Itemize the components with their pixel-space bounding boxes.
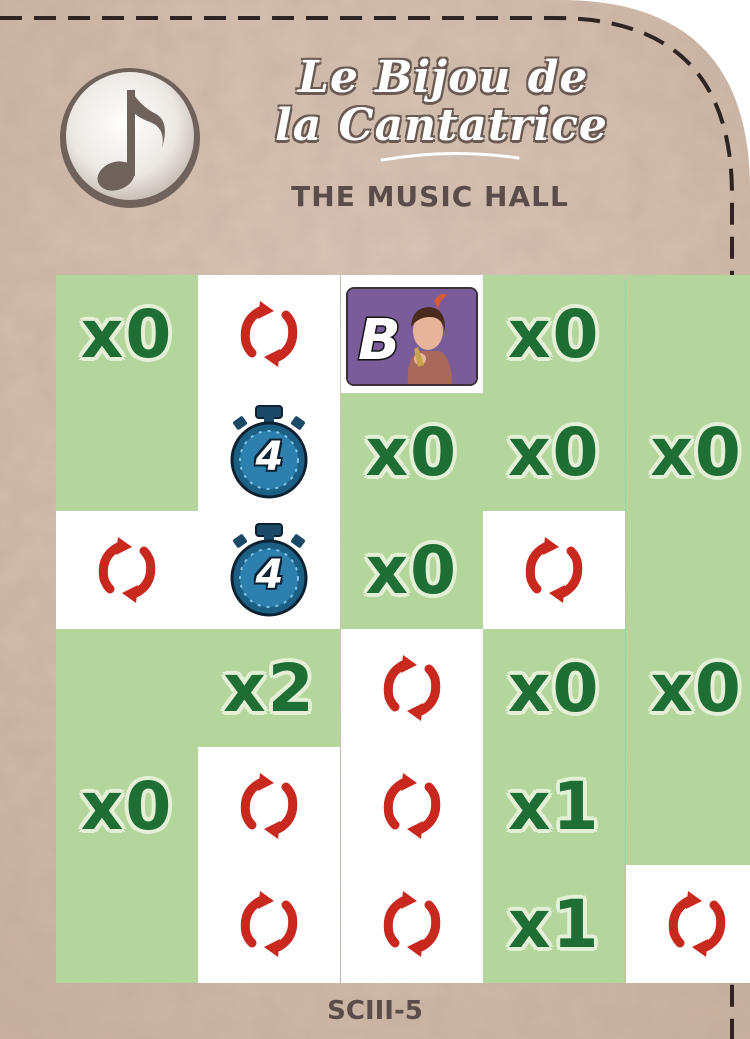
card-title-line-1: Le Bijou de [298, 52, 589, 103]
rotate-cell [483, 511, 626, 629]
title-swash [380, 151, 520, 162]
card-code: SCIII-5 [327, 996, 423, 1026]
multiplier-cell: x0 [56, 747, 198, 865]
multiplier-label: x0 [650, 649, 743, 727]
multiplier-cell: x0 [340, 511, 483, 629]
rotate-cell [340, 629, 483, 747]
multiplier-cell: x1 [483, 747, 626, 865]
rotate-arrows-icon [377, 653, 447, 723]
rotate-arrows-icon [519, 535, 589, 605]
rotate-arrows-icon [377, 771, 447, 841]
character-letter: B [358, 308, 401, 373]
multiplier-cell: x0 [483, 393, 626, 511]
rotate-cell [340, 865, 483, 983]
rotate-cell [625, 865, 750, 983]
multiplier-cell: x2 [198, 629, 341, 747]
timer-cell: 4 [198, 511, 341, 629]
rotate-cell [198, 747, 341, 865]
multiplier-label: x0 [650, 413, 743, 491]
multiplier-label: x1 [507, 767, 601, 845]
multiplier-cell: x0 [56, 275, 198, 393]
empty-cell [625, 511, 750, 629]
empty-cell [56, 629, 198, 747]
empty-cell [625, 747, 750, 865]
timer-cell: 4 [198, 393, 341, 511]
multiplier-cell: x0 [625, 629, 750, 747]
rotate-cell [56, 511, 198, 629]
multiplier-cell: x0 [340, 393, 483, 511]
stopwatch-icon: 4 [228, 522, 310, 618]
timer-value: 4 [255, 434, 284, 480]
music-note-icon [60, 68, 200, 208]
timer-value: 4 [255, 552, 284, 598]
multiplier-label: x0 [365, 531, 459, 609]
rotate-arrows-icon [377, 889, 447, 959]
multiplier-label: x2 [223, 649, 316, 727]
rotate-arrows-icon [234, 889, 304, 959]
rotate-arrows-icon [234, 771, 304, 841]
card-title-line-2: la Cantatrice [275, 100, 608, 151]
stopwatch-icon: 4 [228, 404, 310, 500]
multiplier-label: x0 [365, 413, 459, 491]
card-subtitle: THE MUSIC HALL [291, 180, 569, 213]
multiplier-label: x0 [80, 295, 174, 373]
rotate-cell [198, 865, 341, 983]
rotate-cell [340, 747, 483, 865]
rotate-arrows-icon [234, 299, 304, 369]
empty-cell [56, 393, 198, 511]
character-portrait: B [346, 287, 478, 386]
multiplier-label: x0 [80, 767, 174, 845]
multiplier-label: x0 [507, 649, 601, 727]
multiplier-label: x0 [507, 413, 601, 491]
multiplier-label: x0 [507, 295, 601, 373]
multiplier-cell: x0 [483, 275, 626, 393]
multiplier-label: x1 [507, 885, 601, 963]
rotate-arrows-icon [92, 535, 162, 605]
empty-cell [625, 275, 750, 393]
rotate-arrows-icon [662, 889, 732, 959]
empty-cell [56, 865, 198, 983]
rotate-cell [198, 275, 341, 393]
multiplier-cell: x1 [483, 865, 626, 983]
game-card: Le Bijou de la Cantatrice THE MUSIC HALL… [0, 0, 750, 1039]
multiplier-cell: x0 [625, 393, 750, 511]
multiplier-cell: x0 [483, 629, 626, 747]
